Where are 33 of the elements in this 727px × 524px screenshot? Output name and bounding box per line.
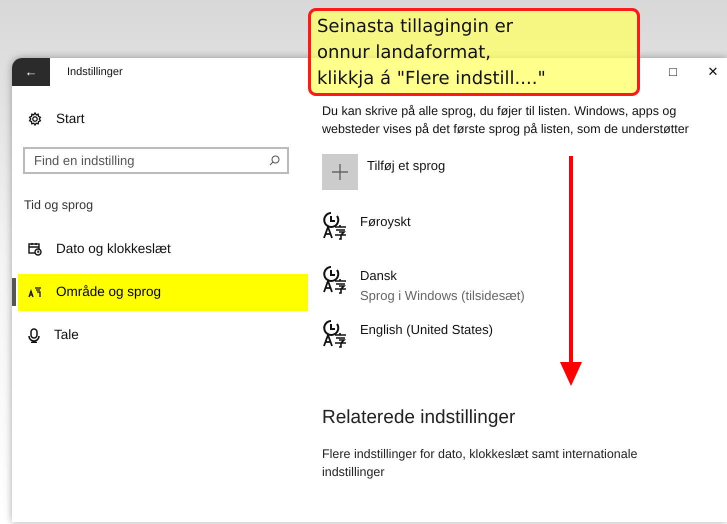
- language-name[interactable]: Dansk: [360, 266, 525, 286]
- microphone-icon: [28, 328, 40, 343]
- nav-item[interactable]: Område og sprog: [18, 274, 308, 311]
- nav-item[interactable]: Tale: [18, 316, 308, 354]
- maximize-button[interactable]: □: [661, 58, 685, 86]
- callout-text: Seinasta tillagingin er onnur landaformat, klikkja á "Flere indstill....": [317, 15, 547, 91]
- add-language-button[interactable]: [322, 154, 358, 190]
- home-link[interactable]: Start: [56, 108, 85, 130]
- close-button[interactable]: ✕: [701, 58, 725, 86]
- selection-indicator: [12, 278, 16, 306]
- language-icon: [322, 318, 348, 348]
- plus-icon: [332, 164, 348, 180]
- language-name[interactable]: English (United States): [360, 320, 493, 340]
- related-link[interactable]: Flere indstillinger for dato, klokkeslæt samt internationale indstillinger: [322, 444, 682, 480]
- related-heading: Relaterede indstillinger: [322, 406, 516, 430]
- back-button[interactable]: ←: [12, 58, 50, 86]
- language-detail: Sprog i Windows (tilsidesæt): [360, 286, 525, 305]
- description-text: Du kan skrive på alle sprog, du føjer til listen. Windows, apps og websteder vises på det første sprog på listen, som de understøtter: [322, 103, 690, 138]
- nav-item-label: Dato og klokkeslæt: [56, 240, 171, 258]
- add-language-label[interactable]: Tilføj et sprog: [367, 154, 446, 176]
- calendar-clock-icon: [28, 242, 42, 256]
- language-name[interactable]: Føroyskt: [360, 212, 411, 232]
- nav-item-label: Område og sprog: [56, 283, 162, 302]
- nav-item[interactable]: Dato og klokkeslæt: [18, 230, 308, 268]
- window-title: Indstillinger: [67, 64, 123, 80]
- section-label: Tid og sprog: [24, 197, 94, 214]
- language-icon: [322, 210, 348, 240]
- search-icon: [269, 155, 280, 166]
- nav-item-label: Tale: [54, 326, 79, 344]
- language-icon: [28, 286, 42, 298]
- settings-icon: [28, 112, 42, 126]
- language-icon: [322, 264, 348, 294]
- search-field[interactable]: Find en indstilling: [23, 147, 289, 174]
